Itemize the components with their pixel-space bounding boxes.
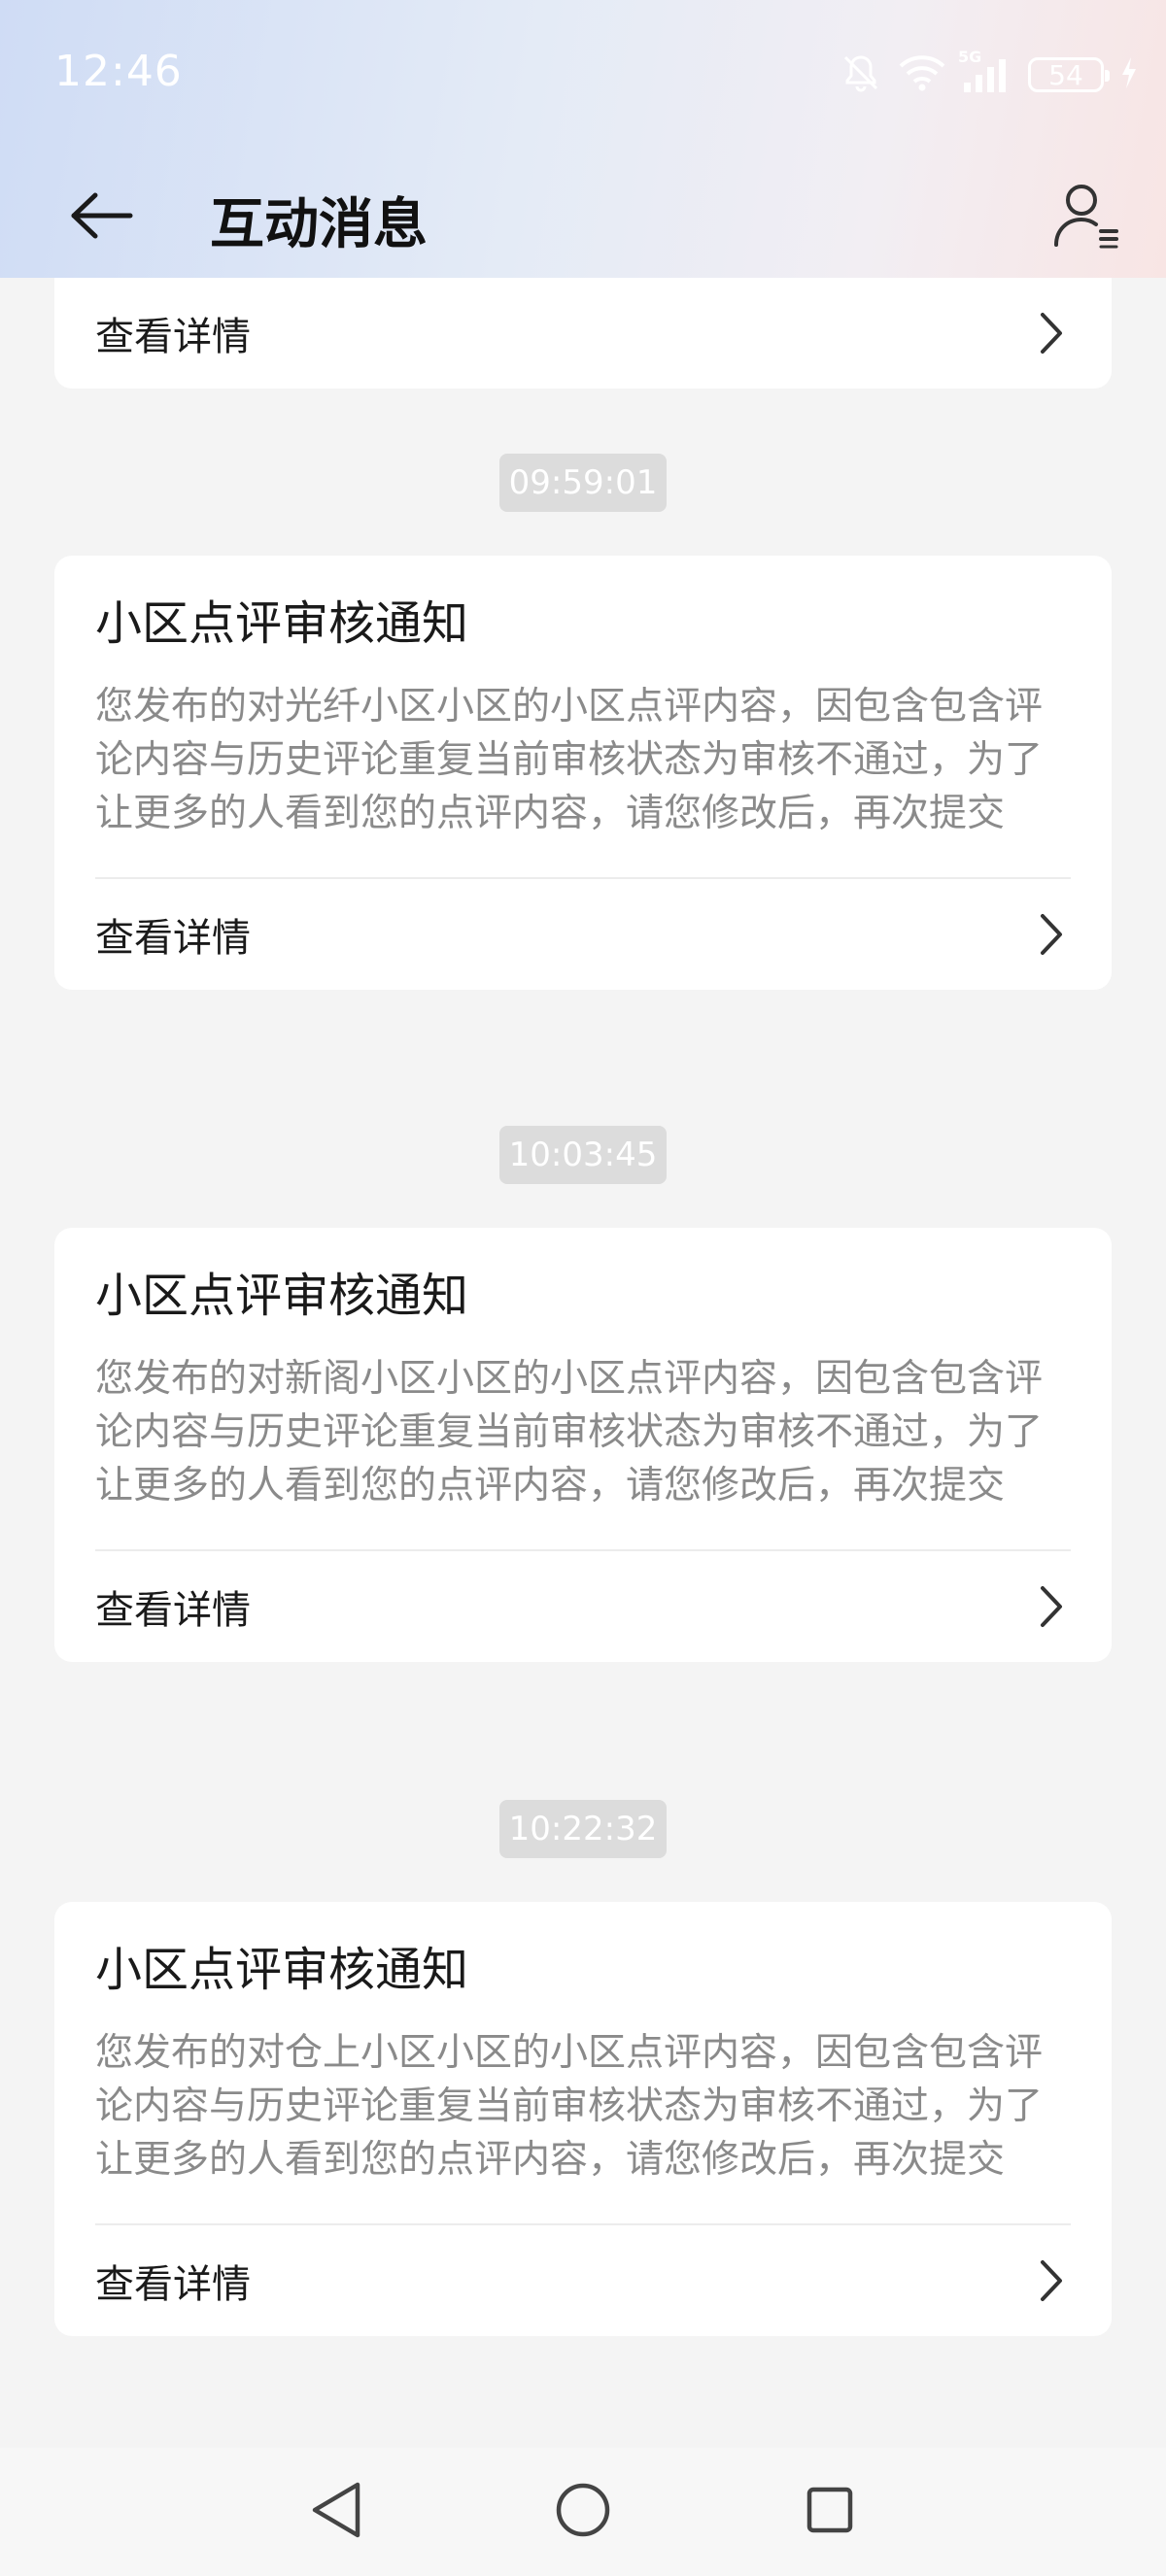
system-nav-bar <box>0 2448 1166 2576</box>
message-list[interactable]: 查看详情 09:59:01 小区点评审核通知 您发布的对光纤小区小区的小区点评内… <box>0 278 1166 2448</box>
page-title: 互动消息 <box>210 193 428 256</box>
view-details-label: 查看详情 <box>95 916 251 961</box>
message-title: 小区点评审核通知 <box>95 596 469 651</box>
view-details-row[interactable]: 查看详情 <box>95 278 1071 389</box>
message-timestamp: 09:59:01 <box>499 454 667 512</box>
view-details-label: 查看详情 <box>95 2262 251 2307</box>
home-circle-icon <box>552 2479 614 2545</box>
view-details-label: 查看详情 <box>95 315 251 359</box>
message-body: 您发布的对光纤小区小区的小区点评内容，因包含包含评论内容与历史评论重复当前审核状… <box>95 680 1071 879</box>
profile-button[interactable] <box>1046 175 1127 256</box>
page-header: 互动消息 <box>0 146 1166 278</box>
message-timestamp: 10:03:45 <box>499 1126 667 1184</box>
nav-home-button[interactable] <box>542 2471 624 2553</box>
status-time: 12:46 <box>54 47 183 96</box>
back-button[interactable] <box>62 179 140 256</box>
back-triangle-icon <box>307 2479 365 2545</box>
message-card-partial: 查看详情 <box>54 278 1112 389</box>
message-title: 小区点评审核通知 <box>95 1269 469 1323</box>
nav-back-button[interactable] <box>295 2471 377 2553</box>
message-card: 小区点评审核通知 您发布的对光纤小区小区的小区点评内容，因包含包含评论内容与历史… <box>54 556 1112 990</box>
battery-level: 54 <box>1048 58 1083 91</box>
message-card: 小区点评审核通知 您发布的对新阁小区小区的小区点评内容，因包含包含评论内容与历史… <box>54 1228 1112 1662</box>
message-timestamp: 10:22:32 <box>499 1800 667 1858</box>
wifi-icon <box>898 53 946 96</box>
view-details-row[interactable]: 查看详情 <box>95 879 1071 990</box>
chevron-right-icon <box>1032 1582 1071 1631</box>
battery-icon: 54 <box>1028 57 1110 92</box>
chevron-right-icon <box>1032 910 1071 959</box>
chevron-right-icon <box>1032 309 1071 357</box>
message-body: 您发布的对仓上小区小区的小区点评内容，因包含包含评论内容与历史评论重复当前审核状… <box>95 2026 1071 2225</box>
view-details-row[interactable]: 查看详情 <box>95 2225 1071 2336</box>
view-details-row[interactable]: 查看详情 <box>95 1551 1071 1662</box>
arrow-left-icon <box>68 191 134 244</box>
recents-square-icon <box>801 2481 859 2543</box>
view-details-label: 查看详情 <box>95 1588 251 1633</box>
message-title: 小区点评审核通知 <box>95 1943 469 1997</box>
message-body: 您发布的对新阁小区小区的小区点评内容，因包含包含评论内容与历史评论重复当前审核状… <box>95 1352 1071 1551</box>
status-bar: 12:46 5G 54 <box>0 0 1166 146</box>
network-type: 5G <box>958 48 982 66</box>
bell-muted-icon <box>840 51 882 98</box>
user-list-icon <box>1052 179 1120 253</box>
nav-recents-button[interactable] <box>789 2471 871 2553</box>
chevron-right-icon <box>1032 2256 1071 2305</box>
signal-icon: 5G <box>958 48 1012 94</box>
charging-bolt-icon <box>1119 55 1139 94</box>
status-icons: 5G 54 <box>840 48 1139 101</box>
message-card: 小区点评审核通知 您发布的对仓上小区小区的小区点评内容，因包含包含评论内容与历史… <box>54 1902 1112 2336</box>
